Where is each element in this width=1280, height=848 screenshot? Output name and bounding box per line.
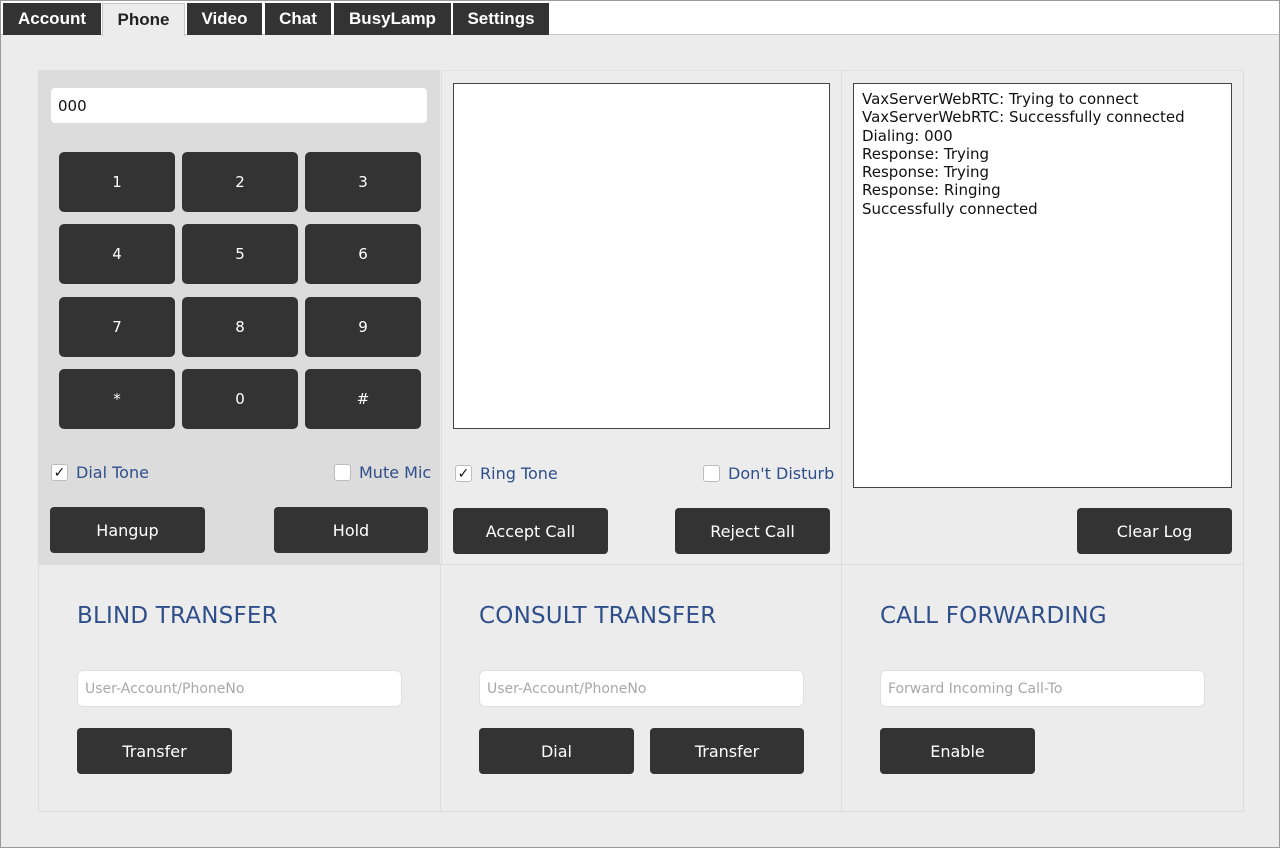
tab-busylamp[interactable]: BusyLamp bbox=[334, 3, 451, 35]
check-icon: ✓ bbox=[53, 464, 66, 481]
key-9[interactable]: 9 bbox=[305, 297, 421, 357]
tab-bar: Account Phone Video Chat BusyLamp Settin… bbox=[1, 1, 1279, 36]
ring-tone-checkbox[interactable]: ✓ bbox=[455, 465, 472, 482]
log-line: Response: Trying bbox=[862, 163, 990, 182]
consult-dial-button[interactable]: Dial bbox=[479, 728, 634, 774]
dial-tone-checkbox[interactable]: ✓ bbox=[51, 464, 68, 481]
mute-mic-label: Mute Mic bbox=[359, 463, 432, 482]
key-1[interactable]: 1 bbox=[59, 152, 175, 212]
dial-tone-toggle[interactable]: ✓ Dial Tone bbox=[51, 463, 149, 482]
consult-transfer-panel: CONSULT TRANSFER Dial Transfer bbox=[440, 564, 842, 812]
log-panel: VaxServerWebRTC: Trying to connect VaxSe… bbox=[841, 70, 1244, 564]
tab-account[interactable]: Account bbox=[3, 3, 101, 35]
check-icon: ✓ bbox=[457, 465, 470, 482]
log-output[interactable]: VaxServerWebRTC: Trying to connect VaxSe… bbox=[853, 83, 1232, 488]
key-5[interactable]: 5 bbox=[182, 224, 298, 284]
dial-tone-label: Dial Tone bbox=[76, 463, 149, 482]
ring-tone-toggle[interactable]: ✓ Ring Tone bbox=[455, 464, 558, 483]
blind-transfer-heading: BLIND TRANSFER bbox=[77, 603, 278, 629]
dialer-panel: 1 2 3 4 5 6 7 8 9 * 0 # ✓ Dial Tone Mute… bbox=[38, 70, 440, 564]
key-6[interactable]: 6 bbox=[305, 224, 421, 284]
hangup-button[interactable]: Hangup bbox=[50, 507, 205, 553]
key-hash[interactable]: # bbox=[305, 369, 421, 429]
blind-transfer-button[interactable]: Transfer bbox=[77, 728, 232, 774]
mute-mic-toggle[interactable]: Mute Mic bbox=[334, 463, 431, 482]
app-window: Account Phone Video Chat BusyLamp Settin… bbox=[0, 0, 1280, 848]
dont-disturb-checkbox[interactable] bbox=[703, 465, 720, 482]
log-line: VaxServerWebRTC: Trying to connect bbox=[862, 90, 1139, 108]
number-input[interactable] bbox=[50, 87, 428, 124]
key-2[interactable]: 2 bbox=[182, 152, 298, 212]
enable-forwarding-button[interactable]: Enable bbox=[880, 728, 1035, 774]
ring-tone-label: Ring Tone bbox=[480, 464, 558, 483]
reject-call-button[interactable]: Reject Call bbox=[675, 508, 830, 554]
consult-transfer-heading: CONSULT TRANSFER bbox=[479, 603, 717, 629]
log-line: Dialing: 000 bbox=[862, 126, 953, 145]
dont-disturb-label: Don't Disturb bbox=[728, 464, 835, 483]
dont-disturb-toggle[interactable]: Don't Disturb bbox=[703, 464, 834, 483]
hold-button[interactable]: Hold bbox=[274, 507, 428, 553]
tab-video[interactable]: Video bbox=[187, 3, 262, 35]
tab-chat[interactable]: Chat bbox=[265, 3, 331, 35]
tab-settings[interactable]: Settings bbox=[453, 3, 549, 35]
video-display bbox=[453, 83, 830, 429]
log-line: Successfully connected bbox=[862, 199, 1038, 218]
key-3[interactable]: 3 bbox=[305, 152, 421, 212]
call-forwarding-input[interactable] bbox=[880, 670, 1205, 707]
call-forwarding-heading: CALL FORWARDING bbox=[880, 603, 1107, 629]
tab-phone[interactable]: Phone bbox=[102, 3, 185, 36]
log-line: Response: Trying bbox=[862, 144, 990, 163]
log-line: Response: Ringing bbox=[862, 181, 1001, 200]
consult-transfer-button[interactable]: Transfer bbox=[650, 728, 804, 774]
key-star[interactable]: * bbox=[59, 369, 175, 429]
consult-transfer-input[interactable] bbox=[479, 670, 804, 707]
accept-call-button[interactable]: Accept Call bbox=[453, 508, 608, 554]
video-panel: ✓ Ring Tone Don't Disturb Accept Call Re… bbox=[441, 70, 841, 564]
mute-mic-checkbox[interactable] bbox=[334, 464, 351, 481]
key-0[interactable]: 0 bbox=[182, 369, 298, 429]
log-line: VaxServerWebRTC: Successfully connected bbox=[862, 108, 1185, 127]
key-7[interactable]: 7 bbox=[59, 297, 175, 357]
call-forwarding-panel: CALL FORWARDING Enable bbox=[841, 564, 1244, 812]
clear-log-button[interactable]: Clear Log bbox=[1077, 508, 1232, 554]
key-8[interactable]: 8 bbox=[182, 297, 298, 357]
key-4[interactable]: 4 bbox=[59, 224, 175, 284]
blind-transfer-panel: BLIND TRANSFER Transfer bbox=[38, 564, 441, 812]
blind-transfer-input[interactable] bbox=[77, 670, 402, 707]
